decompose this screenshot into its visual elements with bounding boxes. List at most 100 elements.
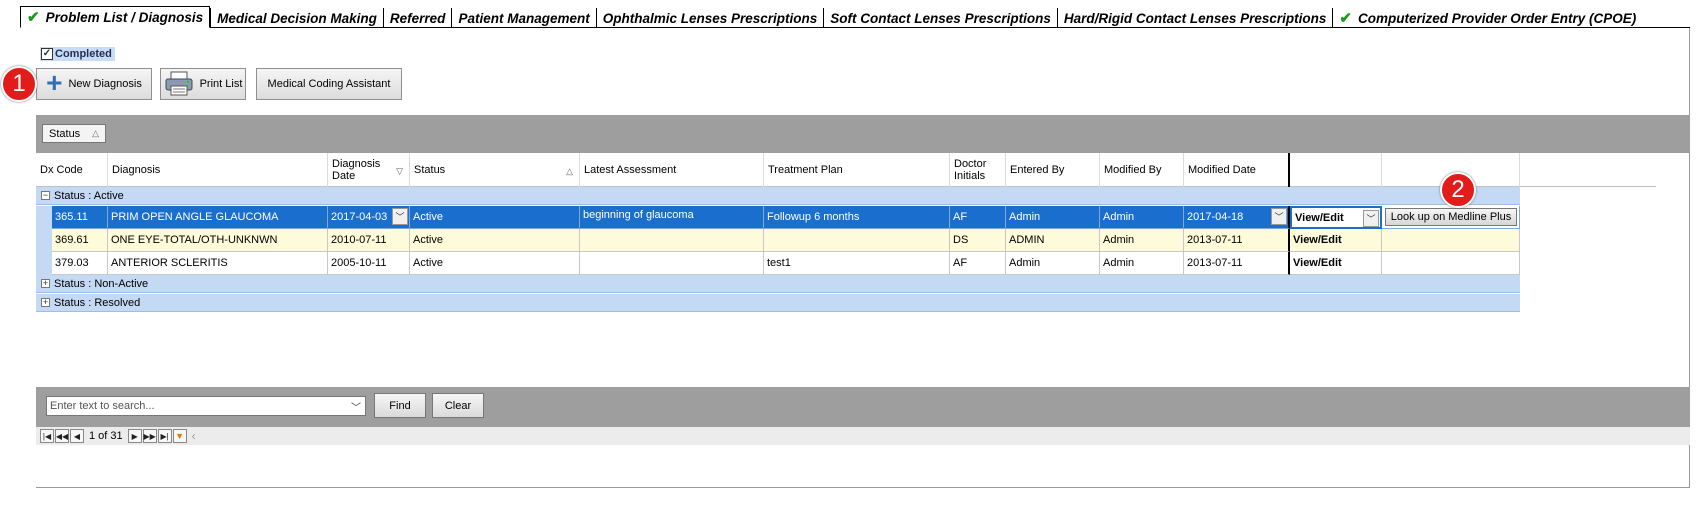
tab-hard-rigid-contact-lenses[interactable]: Hard/Rigid Contact Lenses Prescriptions (1056, 8, 1333, 28)
tab-soft-contact-lenses[interactable]: Soft Contact Lenses Prescriptions (823, 8, 1057, 28)
cell-doctor-initials[interactable]: AF (950, 252, 1006, 275)
cell-lookup: Look up on Medline Plus (1382, 206, 1520, 229)
col-label: Initials (954, 170, 986, 182)
tab-problem-list-diagnosis[interactable]: ✔ Problem List / Diagnosis (20, 6, 211, 28)
cell-status[interactable]: Active (410, 229, 580, 252)
col-entered-by[interactable]: Entered By (1006, 153, 1100, 187)
group-by-status-chip[interactable]: Status △ (42, 124, 106, 143)
cell-doctor-initials[interactable]: DS (950, 229, 1006, 252)
first-page-icon[interactable]: |◀ (40, 429, 54, 443)
col-status[interactable]: Status △ (410, 153, 580, 187)
search-input[interactable]: Enter text to search... ﹀ (46, 396, 366, 416)
col-dx-code[interactable]: Dx Code (36, 153, 108, 187)
cell-treatment-plan[interactable]: Followup 6 months (764, 206, 950, 229)
medical-coding-assistant-button[interactable]: Medical Coding Assistant (256, 68, 402, 100)
row-indent (36, 252, 52, 275)
tab-cpoe[interactable]: ✔ Computerized Provider Order Entry (CPO… (1332, 8, 1642, 28)
group-by-panel: Status △ (36, 115, 1690, 153)
col-modified-by[interactable]: Modified By (1100, 153, 1184, 187)
cell-diagnosis-date[interactable]: 2010-07-11 (328, 229, 410, 252)
view-edit-link[interactable]: View/Edit (1293, 234, 1342, 246)
table-row[interactable]: 369.61 ONE EYE-TOTAL/OTH-UNKNWN 2010-07-… (36, 229, 1656, 252)
table-row[interactable]: 379.03 ANTERIOR SCLERITIS 2005-10-11 Act… (36, 252, 1656, 275)
next-page-icon[interactable]: ▶ (127, 429, 142, 443)
completed-checkbox[interactable]: ✓ Completed (40, 47, 115, 61)
clear-button[interactable]: Clear (432, 393, 484, 418)
cell-modified-date[interactable]: 2017-04-18 ﹀ (1184, 206, 1290, 229)
find-button[interactable]: Find (374, 393, 426, 418)
group-row-active[interactable]: − Status : Active (36, 187, 1520, 205)
new-diagnosis-button[interactable]: + New Diagnosis (36, 68, 152, 100)
expand-icon[interactable]: + (41, 279, 50, 288)
col-label: Diagnosis (112, 164, 161, 176)
prev-block-icon[interactable]: ◀◀ (55, 429, 69, 443)
chevron-down-icon[interactable]: ﹀ (1271, 208, 1287, 225)
tab-patient-management[interactable]: Patient Management (451, 8, 595, 28)
checkbox-mark: ✓ (41, 48, 53, 60)
sort-triangle-icon: △ (566, 166, 573, 176)
prev-page-icon[interactable]: ◀ (70, 429, 84, 443)
cell-dx-code[interactable]: 379.03 (52, 252, 108, 275)
cell-treatment-plan[interactable] (764, 229, 950, 252)
tab-label: Referred (389, 10, 446, 26)
group-row-non-active[interactable]: + Status : Non-Active (36, 275, 1520, 293)
col-doctor-initials[interactable]: Doctor Initials (950, 153, 1006, 187)
expand-icon[interactable]: + (41, 298, 50, 307)
cell-latest-assessment[interactable] (580, 229, 764, 252)
col-label: Modified Date (1188, 164, 1256, 176)
cell-diagnosis[interactable]: ANTERIOR SCLERITIS (108, 252, 328, 275)
cell-modified-by[interactable]: Admin (1100, 252, 1184, 275)
cell-entered-by[interactable]: Admin (1006, 206, 1100, 229)
collapse-icon[interactable]: − (41, 191, 50, 200)
table-row[interactable]: 365.11 PRIM OPEN ANGLE GLAUCOMA 2017-04-… (36, 206, 1656, 229)
cell-latest-assessment[interactable] (580, 252, 764, 275)
search-panel: Enter text to search... ﹀ Find Clear (36, 387, 1690, 427)
view-edit-link[interactable]: View/Edit (1293, 257, 1342, 269)
print-list-button[interactable]: Print List (160, 68, 246, 100)
col-label: Latest Assessment (584, 164, 677, 176)
cell-diagnosis[interactable]: PRIM OPEN ANGLE GLAUCOMA (108, 206, 328, 229)
next-block-icon[interactable]: ▶▶ (142, 429, 157, 443)
cell-dx-code[interactable]: 365.11 (52, 206, 108, 229)
last-page-icon[interactable]: ▶| (157, 429, 172, 443)
cell-entered-by[interactable]: Admin (1006, 252, 1100, 275)
cell-diagnosis[interactable]: ONE EYE-TOTAL/OTH-UNKNWN (108, 229, 328, 252)
cell-diagnosis-date[interactable]: 2005-10-11 (328, 252, 410, 275)
view-edit-dropdown[interactable]: View/Edit ﹀ (1290, 206, 1382, 229)
col-diagnosis[interactable]: Diagnosis (108, 153, 328, 187)
tab-label: Medical Decision Making (217, 10, 377, 26)
coding-assistant-label: Medical Coding Assistant (267, 78, 391, 90)
tab-medical-decision-making[interactable]: Medical Decision Making (210, 8, 383, 28)
tab-label: Ophthalmic Lenses Prescriptions (602, 10, 818, 26)
row-indent (36, 229, 52, 252)
tab-ophthalmic-lenses[interactable]: Ophthalmic Lenses Prescriptions (595, 8, 824, 28)
chevron-down-icon[interactable]: ﹀ (351, 399, 361, 414)
chevron-down-icon[interactable]: ﹀ (392, 208, 408, 225)
medline-plus-button[interactable]: Look up on Medline Plus (1385, 208, 1517, 226)
cell-modified-date[interactable]: 2013-07-11 (1184, 229, 1290, 252)
col-diagnosis-date[interactable]: Diagnosis Date ▽ (328, 153, 410, 187)
filter-icon[interactable]: ▼ (172, 429, 187, 443)
col-latest-assessment[interactable]: Latest Assessment (580, 153, 764, 187)
view-edit-link[interactable]: View/Edit (1295, 212, 1344, 224)
cell-status[interactable]: Active (410, 252, 580, 275)
col-modified-date[interactable]: Modified Date (1184, 153, 1290, 187)
col-treatment-plan[interactable]: Treatment Plan (764, 153, 950, 187)
cell-doctor-initials[interactable]: AF (950, 206, 1006, 229)
chevron-down-icon[interactable]: ﹀ (1363, 210, 1379, 227)
cell-modified-by[interactable]: Admin (1100, 229, 1184, 252)
callout-badge-2: 2 (1440, 172, 1476, 208)
cell-treatment-plan[interactable]: test1 (764, 252, 950, 275)
cell-entered-by[interactable]: ADMIN (1006, 229, 1100, 252)
cell-latest-assessment[interactable]: beginning of glaucoma (580, 206, 764, 229)
cell-modified-date[interactable]: 2013-07-11 (1184, 252, 1290, 275)
cell-dx-code[interactable]: 369.61 (52, 229, 108, 252)
search-placeholder: Enter text to search... (50, 400, 155, 412)
cell-diagnosis-date[interactable]: 2017-04-03 ﹀ (328, 206, 410, 229)
scroll-left-icon[interactable]: ‹ (192, 429, 196, 443)
group-row-resolved[interactable]: + Status : Resolved (36, 294, 1520, 312)
callout-badge-1: 1 (1, 66, 37, 102)
tab-referred[interactable]: Referred (382, 8, 452, 28)
cell-modified-by[interactable]: Admin (1100, 206, 1184, 229)
cell-status[interactable]: Active (410, 206, 580, 229)
